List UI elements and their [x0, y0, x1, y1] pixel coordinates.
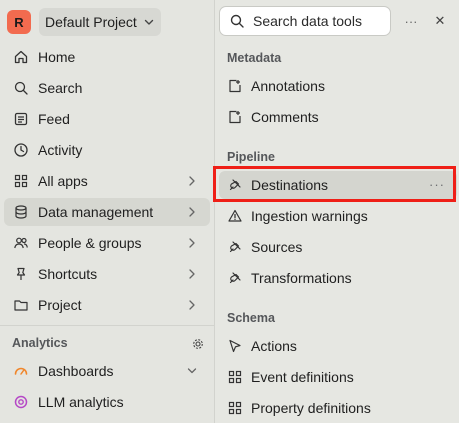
chevron-right-icon: [186, 298, 198, 312]
panel-item-label: Event definitions: [251, 369, 354, 385]
plug-icon: [227, 239, 243, 255]
nav-item-all-apps[interactable]: All apps: [4, 167, 210, 195]
plug-icon: [227, 270, 243, 286]
gear-icon[interactable]: [191, 337, 205, 351]
chevron-right-icon: [186, 267, 198, 281]
nav-item-feed[interactable]: Feed: [4, 105, 210, 133]
project-switcher-button[interactable]: Default Project: [39, 8, 161, 36]
nav-item-label: Data management: [38, 204, 154, 220]
panel-item-label: Comments: [251, 109, 319, 125]
project-name: Default Project: [45, 14, 137, 30]
panel-item-destinations[interactable]: Destinations ···: [219, 171, 457, 199]
panel-item-label: Annotations: [251, 78, 325, 94]
chevron-right-icon: [186, 205, 198, 219]
folder-icon: [12, 296, 30, 314]
nav-item-label: All apps: [38, 173, 88, 189]
home-icon: [12, 48, 30, 66]
nav-item-label: Search: [38, 80, 83, 96]
people-icon: [12, 234, 30, 252]
nav-item-label: Home: [38, 49, 76, 65]
nav-item-project[interactable]: Project: [4, 291, 210, 319]
chevron-right-icon: [186, 174, 198, 188]
grid-icon: [227, 400, 243, 416]
search-icon: [229, 13, 245, 29]
item-more-options-icon[interactable]: ···: [429, 177, 445, 192]
panel-item-annotations[interactable]: Annotations: [219, 72, 457, 100]
project-avatar[interactable]: R: [7, 10, 31, 34]
nav-item-label: Activity: [38, 142, 83, 158]
database-icon: [12, 203, 30, 221]
pin-icon: [12, 265, 30, 283]
search-data-tools-input[interactable]: Search data tools: [219, 6, 391, 36]
nav-item-people-groups[interactable]: People & groups: [4, 229, 210, 257]
panel-item-label: Destinations: [251, 177, 329, 193]
nav-item-label: Dashboards: [38, 363, 114, 379]
chevron-right-icon: [186, 236, 198, 250]
panel-item-sources[interactable]: Sources: [219, 233, 457, 261]
sidebar-divider: [0, 325, 215, 326]
panel-item-label: Transformations: [251, 270, 352, 286]
nav-item-label: Shortcuts: [38, 266, 98, 282]
grid-icon: [227, 369, 243, 385]
panel-item-actions[interactable]: Actions: [219, 332, 457, 360]
panel-item-event-definitions[interactable]: Event definitions: [219, 363, 457, 391]
chevron-down-icon: [143, 16, 155, 28]
search-icon: [12, 79, 30, 97]
nav-item-llm-analytics[interactable]: LLM analytics: [4, 388, 210, 416]
annotation-icon: [227, 78, 243, 94]
comment-icon: [227, 109, 243, 125]
panel-item-comments[interactable]: Comments: [219, 103, 457, 131]
project-switcher-row: R Default Project: [7, 8, 161, 36]
panel-item-label: Actions: [251, 338, 297, 354]
search-placeholder: Search data tools: [253, 13, 362, 29]
more-options-icon[interactable]: ···: [401, 12, 421, 30]
panel-item-label: Sources: [251, 239, 303, 255]
feed-icon: [12, 110, 30, 128]
nav-item-label: Feed: [38, 111, 70, 127]
nav-item-activity[interactable]: Activity: [4, 136, 210, 164]
nav-item-home[interactable]: Home: [4, 43, 210, 71]
nav-item-shortcuts[interactable]: Shortcuts: [4, 260, 210, 288]
nav-item-label: LLM analytics: [38, 394, 124, 410]
nav-item-label: People & groups: [38, 235, 142, 251]
pipeline-section-label: Pipeline: [227, 150, 275, 164]
llm-analytics-icon: [12, 393, 30, 411]
clock-icon: [12, 141, 30, 159]
nav-item-data-management[interactable]: Data management: [4, 198, 210, 226]
chevron-down-icon[interactable]: [186, 364, 198, 378]
nav-item-search[interactable]: Search: [4, 74, 210, 102]
nav-item-dashboards[interactable]: Dashboards: [4, 357, 210, 385]
panel-item-label: Property definitions: [251, 400, 371, 416]
panel-item-transformations[interactable]: Transformations: [219, 264, 457, 292]
sidebar: R Default Project Home Search Feed Activ…: [0, 0, 215, 423]
panel-item-property-definitions[interactable]: Property definitions: [219, 394, 457, 422]
close-icon[interactable]: ✕: [431, 12, 449, 30]
plug-icon: [227, 177, 243, 193]
warning-icon: [227, 208, 243, 224]
apps-grid-icon: [12, 172, 30, 190]
nav-item-label: Project: [38, 297, 82, 313]
schema-section-label: Schema: [227, 311, 275, 325]
panel-item-label: Ingestion warnings: [251, 208, 368, 224]
dashboard-gauge-icon: [12, 362, 30, 380]
metadata-section-label: Metadata: [227, 51, 282, 65]
cursor-icon: [227, 338, 243, 354]
analytics-section-label: Analytics: [12, 336, 68, 350]
panel-item-ingestion-warnings[interactable]: Ingestion warnings: [219, 202, 457, 230]
